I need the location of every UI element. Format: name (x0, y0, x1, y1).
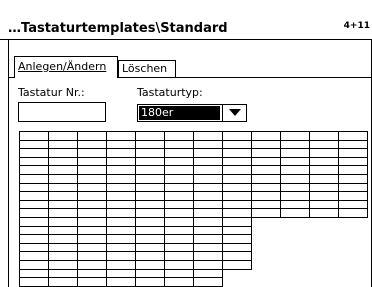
keyboard-grid (0, 0, 372, 287)
key-cell[interactable] (164, 277, 194, 287)
key-cell[interactable] (135, 277, 165, 287)
key-cell[interactable] (193, 277, 223, 287)
key-cell[interactable] (48, 277, 78, 287)
key-cell[interactable] (309, 208, 339, 218)
key-cell[interactable] (77, 277, 107, 287)
key-cell[interactable] (106, 277, 136, 287)
tab-anlegen-aendern[interactable]: Anlegen/Ändern (14, 56, 118, 78)
key-cell[interactable] (338, 208, 368, 218)
key-cell[interactable] (222, 260, 252, 270)
key-cell[interactable] (280, 208, 310, 218)
tab-label: Anlegen/Ändern (18, 60, 107, 73)
key-cell[interactable] (251, 208, 281, 218)
key-cell[interactable] (19, 277, 49, 287)
